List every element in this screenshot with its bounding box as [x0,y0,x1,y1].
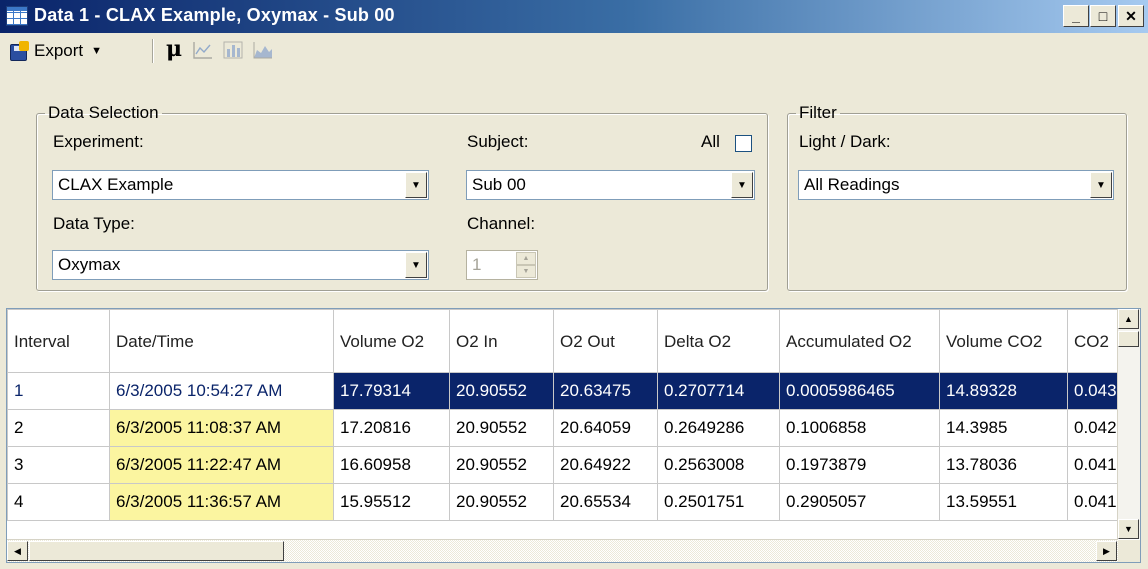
interval-cell[interactable]: 2 [7,409,110,447]
datetime-cell[interactable]: 6/3/2005 11:08:37 AM [109,409,334,447]
column-header[interactable]: Volume O2 [333,309,450,373]
toolbar-separator [152,39,154,63]
table-cell[interactable]: 16.60958 [333,446,450,484]
column-header[interactable]: Interval [7,309,110,373]
scrollbar-corner [1118,540,1140,562]
table-cell[interactable]: 0.1006858 [779,409,940,447]
table-cell[interactable]: 17.20816 [333,409,450,447]
datetime-cell[interactable]: 6/3/2005 11:36:57 AM [109,483,334,521]
minimize-button[interactable]: _ [1063,5,1089,27]
table-cell[interactable]: 0.2501751 [657,483,780,521]
table-row[interactable]: 1 6/3/2005 10:54:27 AM 17.79314 20.90552… [7,372,1128,410]
chevron-down-icon[interactable]: ▼ [1090,172,1112,198]
horizontal-scroll-thumb[interactable] [29,541,284,561]
datetime-cell[interactable]: 6/3/2005 10:54:27 AM [109,372,334,410]
table-cell[interactable]: 0.2649286 [657,409,780,447]
channel-stepper[interactable]: 1 ▲ ▼ [466,250,538,280]
column-header[interactable]: Delta O2 [657,309,780,373]
bar-chart-icon[interactable] [222,40,244,60]
column-header[interactable]: Date/Time [109,309,334,373]
close-button[interactable]: ✕ [1118,5,1144,27]
subject-label: Subject: [467,132,529,151]
filter-legend: Filter [799,103,837,122]
scroll-left-icon[interactable]: ◀ [7,541,28,561]
area-chart-icon[interactable] [252,40,274,60]
datetime-cell[interactable]: 6/3/2005 11:22:47 AM [109,446,334,484]
data-type-value: Oxymax [58,255,121,274]
chevron-down-icon[interactable]: ▼ [405,252,427,278]
title-bar[interactable]: Data 1 - CLAX Example, Oxymax - Sub 00 _… [0,0,1148,33]
table-header: Interval Date/Time Volume O2 O2 In O2 Ou… [7,309,1128,373]
table-cell[interactable]: 0.1973879 [779,446,940,484]
data-type-select[interactable]: Oxymax ▼ [52,250,429,280]
experiment-select[interactable]: CLAX Example ▼ [52,170,429,200]
table-cell[interactable]: 20.64922 [553,446,658,484]
table-cell[interactable]: 20.90552 [449,483,554,521]
mu-icon[interactable]: μ [166,36,182,62]
table-cell[interactable]: 20.63475 [553,372,658,410]
table-cell[interactable]: 0.2707714 [657,372,780,410]
interval-cell[interactable]: 1 [7,372,110,410]
light-dark-label: Light / Dark: [799,132,891,151]
all-checkbox[interactable] [735,135,752,152]
channel-label: Channel: [467,214,536,233]
data-type-label: Data Type: [53,214,135,233]
column-header[interactable]: Accumulated O2 [779,309,940,373]
horizontal-scrollbar[interactable]: ◀ ▶ [7,539,1118,562]
scroll-right-icon[interactable]: ▶ [1096,541,1117,561]
data-grid-icon [6,6,28,26]
table-cell[interactable]: 0.0005986465 [779,372,940,410]
table-cell[interactable]: 0.2905057 [779,483,940,521]
table-cell[interactable]: 14.89328 [939,372,1068,410]
channel-value: 1 [472,255,482,274]
stepper-up-icon[interactable]: ▲ [516,252,536,265]
export-label: Export [34,41,84,60]
table-cell[interactable]: 13.78036 [939,446,1068,484]
table-cell[interactable]: 15.95512 [333,483,450,521]
table-cell[interactable]: 20.90552 [449,372,554,410]
chevron-down-icon: ▼ [91,45,103,57]
all-label: All [701,132,720,151]
light-dark-select[interactable]: All Readings ▼ [798,170,1114,200]
scroll-down-icon[interactable]: ▼ [1118,519,1139,539]
data-grid[interactable]: Interval Date/Time Volume O2 O2 In O2 Ou… [6,308,1141,563]
table-cell[interactable]: 20.90552 [449,409,554,447]
table-cell[interactable]: 0.2563008 [657,446,780,484]
export-button[interactable]: Export ▼ [8,38,102,64]
table-cell[interactable]: 13.59551 [939,483,1068,521]
interval-cell[interactable]: 4 [7,483,110,521]
light-dark-value: All Readings [804,175,900,194]
table-cell[interactable]: 17.79314 [333,372,450,410]
column-header[interactable]: O2 In [449,309,554,373]
vertical-scrollbar[interactable]: ▲ ▼ [1117,309,1140,539]
chevron-down-icon[interactable]: ▼ [731,172,753,198]
table-cell[interactable]: 20.90552 [449,446,554,484]
column-header[interactable]: Volume CO2 [939,309,1068,373]
export-icon [8,41,30,61]
table-cell[interactable]: 20.65534 [553,483,658,521]
table-cell[interactable]: 14.3985 [939,409,1068,447]
window-title: Data 1 - CLAX Example, Oxymax - Sub 00 [34,5,395,25]
stepper-down-icon[interactable]: ▼ [516,265,536,278]
interval-cell[interactable]: 3 [7,446,110,484]
column-header[interactable]: O2 Out [553,309,658,373]
experiment-label: Experiment: [53,132,144,151]
vertical-scroll-thumb[interactable] [1118,331,1139,347]
subject-value: Sub 00 [472,175,526,194]
data-selection-legend: Data Selection [48,103,159,122]
table-row[interactable]: 4 6/3/2005 11:36:57 AM 15.95512 20.90552… [7,483,1128,521]
toolbar: Export ▼ μ [0,33,1148,91]
line-chart-icon[interactable] [192,40,214,60]
table-row[interactable]: 2 6/3/2005 11:08:37 AM 17.20816 20.90552… [7,409,1128,447]
subject-select[interactable]: Sub 00 ▼ [466,170,755,200]
table-cell[interactable]: 20.64059 [553,409,658,447]
table-row[interactable]: 3 6/3/2005 11:22:47 AM 16.60958 20.90552… [7,446,1128,484]
experiment-value: CLAX Example [58,175,174,194]
scroll-up-icon[interactable]: ▲ [1118,309,1139,329]
maximize-button[interactable]: □ [1090,5,1116,27]
chevron-down-icon[interactable]: ▼ [405,172,427,198]
data-table: Interval Date/Time Volume O2 O2 In O2 Ou… [7,309,1128,521]
